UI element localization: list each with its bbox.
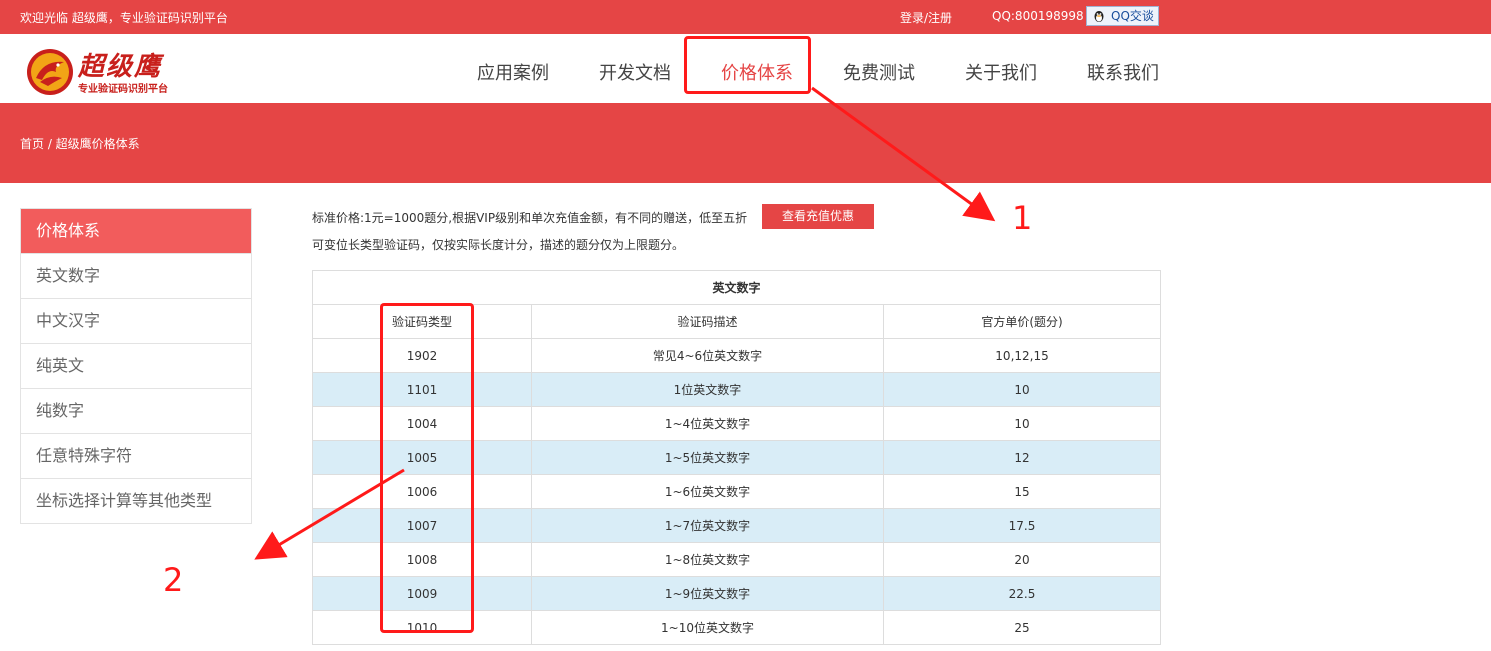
annotation-arrows xyxy=(254,86,996,560)
arrow-to-label-2 xyxy=(254,468,405,560)
annotation-label-2: 2 xyxy=(163,561,184,599)
arrow-to-label-1 xyxy=(811,86,996,222)
annotation-label-1: 1 xyxy=(1012,199,1033,237)
